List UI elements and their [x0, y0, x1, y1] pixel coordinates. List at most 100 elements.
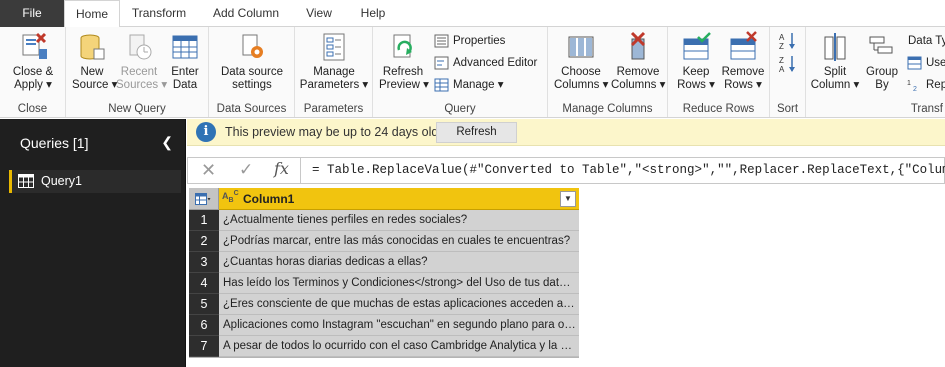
transform-group-label: Transf: [910, 103, 943, 115]
data-source-settings-label-2: settings: [232, 79, 272, 91]
close-apply-label-2: Apply ▾: [14, 79, 52, 91]
svg-text:A: A: [779, 33, 785, 42]
svg-text:2: 2: [913, 86, 917, 92]
manage-parameters-button[interactable]: Manage Parameters ▾: [299, 31, 369, 92]
cancel-formula-icon[interactable]: ✕: [201, 160, 216, 181]
table-menu-icon: [195, 193, 211, 205]
info-message: This preview may be up to 24 days old.: [225, 125, 442, 139]
table-cell[interactable]: ¿Cuantas horas diarias dedicas a ellas?: [219, 252, 579, 273]
choose-columns-label-1: Choose: [561, 66, 601, 78]
refresh-preview-label-2: Preview ▾: [379, 79, 429, 91]
advanced-editor-button[interactable]: Advanced Editor: [433, 53, 537, 73]
info-icon: i: [196, 122, 216, 142]
new-source-label-2: Source ▾: [72, 79, 118, 91]
remove-rows-label-2: Rows ▾: [724, 79, 762, 91]
group-by-button[interactable]: Group By: [864, 31, 900, 92]
advanced-editor-icon: [434, 56, 449, 70]
tab-view[interactable]: View: [294, 0, 344, 27]
manage-button[interactable]: Manage ▾: [433, 75, 504, 95]
row-number[interactable]: 3: [189, 252, 219, 273]
table-icon: [172, 35, 198, 59]
remove-rows-button[interactable]: Remove Rows ▾: [720, 31, 766, 92]
remove-rows-icon: [730, 31, 757, 60]
remove-rows-label-1: Remove: [721, 66, 765, 78]
new-query-group-label: New Query: [108, 103, 166, 115]
row-number[interactable]: 6: [189, 315, 219, 336]
refresh-icon: [393, 34, 412, 58]
query-name: Query1: [41, 174, 82, 188]
refresh-preview-label-1: Refresh: [382, 66, 424, 78]
ribbon: Close & Apply ▾ Close New Source ▾ Recen…: [0, 27, 945, 118]
formula-input[interactable]: = Table.ReplaceValue(#"Converted to Tabl…: [312, 163, 945, 177]
manage-columns-group: Choose Columns ▾ Remove Columns ▾ Manage…: [548, 27, 668, 117]
row-number[interactable]: 5: [189, 294, 219, 315]
manage-parameters-label-1: Manage: [313, 66, 355, 78]
data-sources-group-label: Data Sources: [216, 103, 287, 115]
table-cell[interactable]: Has leído los Terminos y Condiciones</st…: [219, 273, 579, 294]
close-apply-button[interactable]: Close & Apply ▾: [6, 31, 60, 92]
split-column-button[interactable]: Split Column ▾: [810, 31, 860, 92]
collapse-pane-icon[interactable]: ❮: [161, 134, 173, 151]
enter-data-label-1: Enter: [171, 66, 199, 78]
enter-data-button[interactable]: Enter Data: [166, 31, 204, 92]
row-number[interactable]: 2: [189, 231, 219, 252]
queries-pane: Queries [1] ❮ Query1: [0, 119, 186, 367]
remove-columns-icon: [630, 31, 646, 60]
properties-label: Properties: [453, 35, 506, 47]
manage-columns-group-label: Manage Columns: [562, 103, 653, 115]
close-group: Close & Apply ▾ Close: [0, 27, 66, 117]
sort-ascending-icon[interactable]: A Z: [778, 31, 798, 51]
enter-data-label-2: Data: [172, 79, 198, 91]
tab-home[interactable]: Home: [64, 0, 120, 28]
group-by-label-2: By: [875, 79, 889, 91]
use-first-row-button[interactable]: Use: [906, 53, 945, 73]
group-by-icon: [869, 36, 893, 54]
split-column-label-1: Split: [823, 66, 847, 78]
remove-columns-button[interactable]: Remove Columns ▾: [611, 31, 665, 92]
table-cell[interactable]: ¿Actualmente tienes perfiles en redes so…: [219, 210, 579, 231]
rep-label: Rep: [926, 79, 945, 91]
properties-button[interactable]: Properties: [433, 31, 505, 51]
data-grid: ABC Column1 ▼ 1 ¿Actualmente tienes perfi…: [189, 188, 579, 358]
table-cell[interactable]: ¿Eres consciente de que muchas de estas …: [219, 294, 579, 315]
table-menu-button[interactable]: [189, 188, 219, 210]
table-cell[interactable]: A pesar de todos lo ocurrido con el caso…: [219, 336, 579, 357]
choose-columns-button[interactable]: Choose Columns ▾: [554, 31, 608, 92]
svg-text:Z: Z: [779, 56, 784, 65]
table-cell[interactable]: Aplicaciones como Instagram "escuchan" e…: [219, 315, 579, 336]
row-number[interactable]: 1: [189, 210, 219, 231]
use-label: Use: [926, 57, 945, 69]
transform-group: Split Column ▾ Group By Data Ty Use 1 2 …: [806, 27, 945, 117]
data-type-button[interactable]: Data Ty: [904, 31, 945, 51]
recent-sources-button[interactable]: Recent Sources ▾: [116, 31, 167, 92]
new-source-button[interactable]: New Source ▾: [72, 31, 118, 92]
database-icon: [80, 34, 105, 60]
tab-transform[interactable]: Transform: [120, 0, 198, 27]
tab-help[interactable]: Help: [344, 0, 402, 27]
row-number[interactable]: 4: [189, 273, 219, 294]
refresh-button[interactable]: Refresh: [436, 122, 517, 143]
data-type-label: Data Ty: [908, 35, 945, 47]
column-header-label: Column1: [243, 192, 295, 206]
row-number[interactable]: 7: [189, 336, 219, 357]
svg-text:1: 1: [907, 80, 911, 87]
column-type-icon[interactable]: ABC: [222, 189, 239, 205]
tab-add-column[interactable]: Add Column: [198, 0, 294, 27]
parameters-group: Manage Parameters ▾ Parameters: [295, 27, 373, 117]
refresh-preview-button[interactable]: Refresh Preview ▾: [379, 31, 429, 92]
column-filter-dropdown-icon[interactable]: ▼: [560, 191, 576, 207]
data-sources-group: Data source settings Data Sources: [209, 27, 295, 117]
fx-icon[interactable]: fx: [274, 159, 289, 178]
table-cell[interactable]: ¿Podrías marcar, entre las más conocidas…: [219, 231, 579, 252]
keep-rows-button[interactable]: Keep Rows ▾: [676, 31, 716, 92]
queries-header: Queries [1]: [20, 135, 89, 151]
split-column-icon: [824, 33, 846, 61]
data-source-settings-button[interactable]: Data source settings: [215, 31, 289, 92]
column-header[interactable]: ABC Column1 ▼: [219, 188, 579, 210]
tab-file[interactable]: File: [0, 0, 64, 27]
advanced-editor-label: Advanced Editor: [453, 57, 538, 69]
commit-formula-icon[interactable]: ✓: [239, 160, 253, 180]
replace-values-button[interactable]: 1 2 Rep: [906, 75, 945, 95]
query-list-item[interactable]: Query1: [9, 170, 181, 193]
sort-descending-icon[interactable]: Z A: [778, 54, 798, 74]
